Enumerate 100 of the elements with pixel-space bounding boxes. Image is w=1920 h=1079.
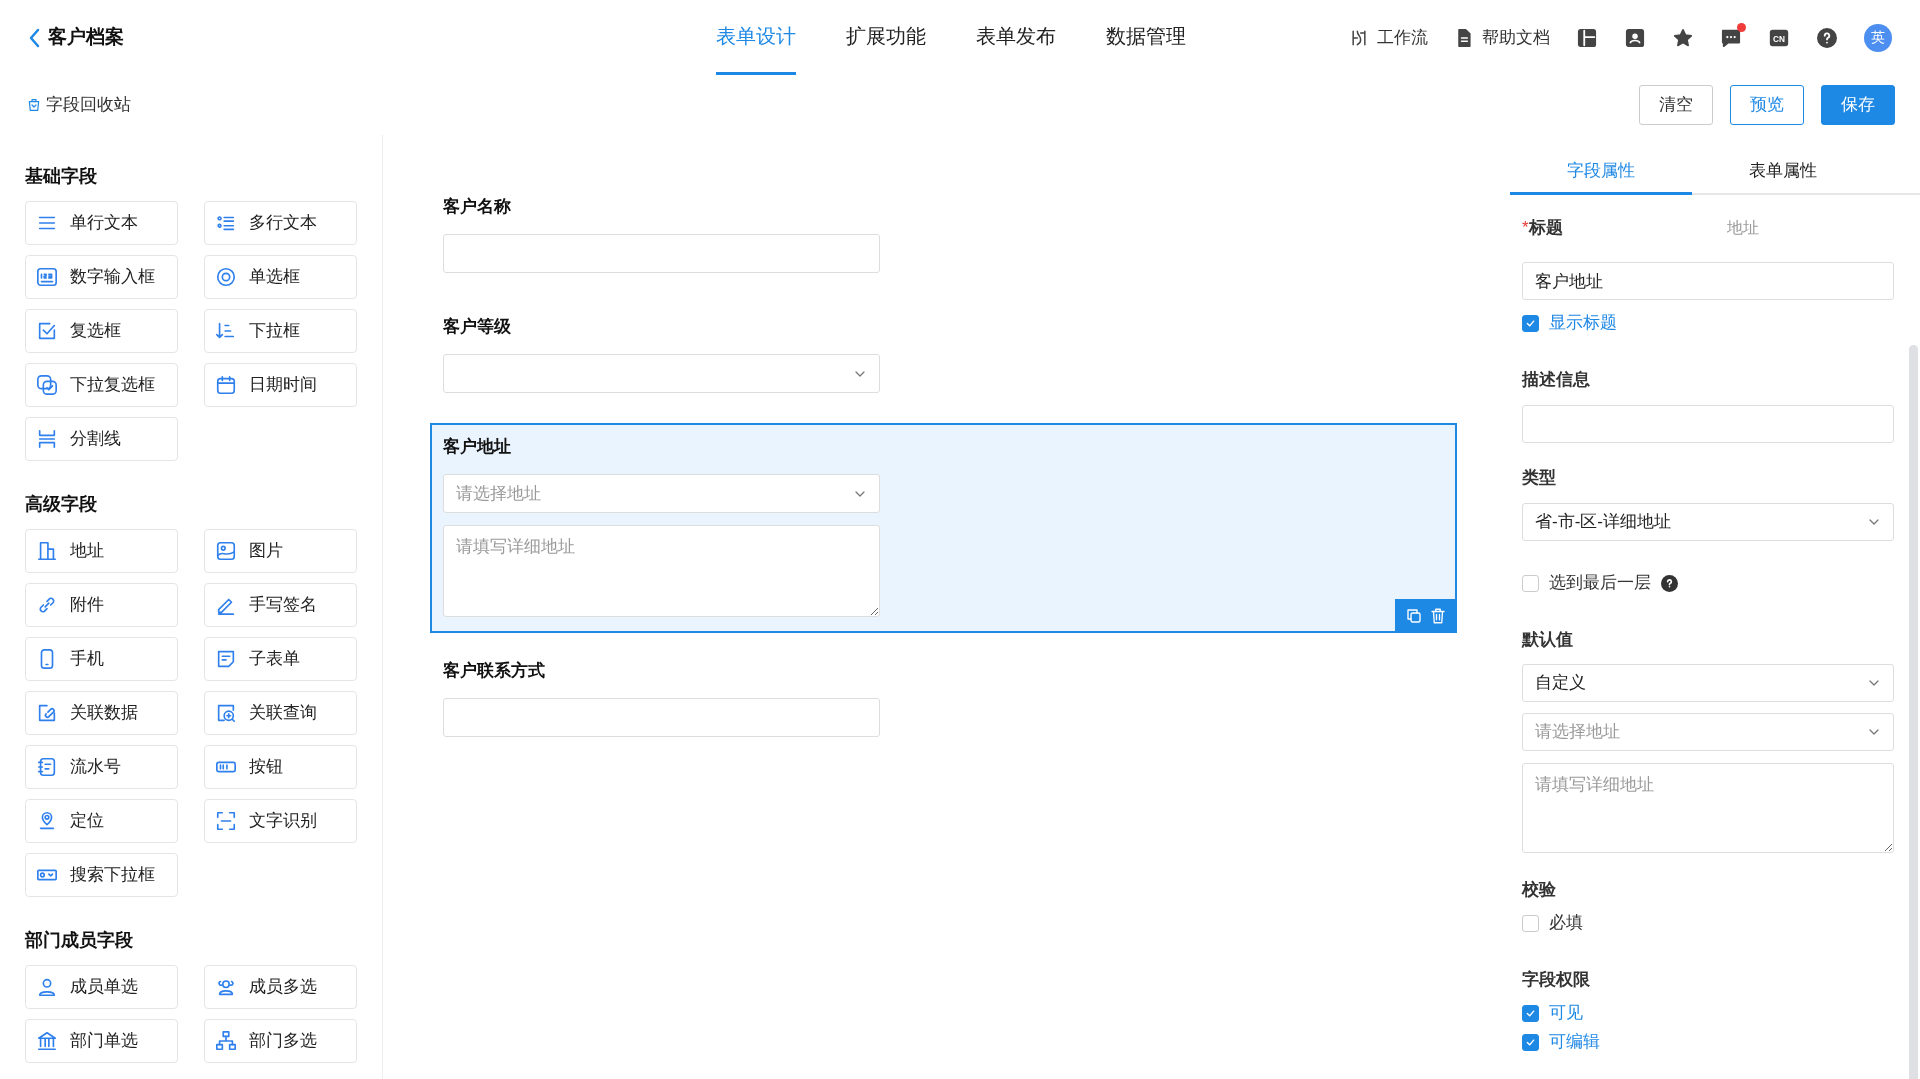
field-type-item[interactable]: 搜索下拉框 xyxy=(25,853,178,897)
field-type-item[interactable]: 按钮 xyxy=(204,745,357,789)
checkbox-label: 可编辑 xyxy=(1549,1032,1600,1052)
checkbox-label: 选到最后一层 xyxy=(1549,573,1651,593)
scrollbar[interactable] xyxy=(1909,345,1918,1079)
field-type-item[interactable]: 流水号 xyxy=(25,745,178,789)
description-input[interactable] xyxy=(1522,405,1894,443)
check-icon xyxy=(1525,1036,1536,1048)
field-type-item[interactable]: 单选框 xyxy=(204,255,357,299)
radio-icon xyxy=(215,266,237,288)
building-icon xyxy=(36,540,58,562)
field-type-text: 地址 xyxy=(1727,218,1759,238)
panel-tab[interactable]: 表单属性 xyxy=(1692,150,1874,195)
check-icon xyxy=(1525,317,1536,329)
nav-tab[interactable]: 扩展功能 xyxy=(846,0,926,75)
note-icon xyxy=(215,648,237,670)
field-type-item[interactable]: 部门多选 xyxy=(204,1019,357,1063)
field-type-item[interactable]: 图片 xyxy=(204,529,357,573)
field-type-item[interactable]: 关联数据 xyxy=(25,691,178,735)
stacked-check-icon xyxy=(36,374,58,396)
section-label: 默认值 xyxy=(1522,630,1574,650)
help-icon[interactable] xyxy=(1661,574,1678,592)
field-type-item[interactable]: 地址 xyxy=(25,529,178,573)
nav-tab[interactable]: 表单发布 xyxy=(976,0,1056,75)
section-heading: 高级字段 xyxy=(25,493,98,516)
select-field[interactable] xyxy=(443,354,880,393)
number-box-icon xyxy=(36,266,58,288)
section-label: 校验 xyxy=(1522,880,1557,900)
field-type-item[interactable]: 下拉复选框 xyxy=(25,363,178,407)
calendar-icon xyxy=(215,374,237,396)
field-type-item[interactable]: 关联查询 xyxy=(204,691,357,735)
panel-tab[interactable]: 字段属性 xyxy=(1510,150,1692,195)
help-icon[interactable] xyxy=(1816,26,1838,49)
checkbox-label: 可见 xyxy=(1549,1003,1583,1023)
magnifier-card-icon xyxy=(215,702,237,724)
field-type-item[interactable]: 复选框 xyxy=(25,309,178,353)
field-type-item[interactable]: 子表单 xyxy=(204,637,357,681)
field-type-item[interactable]: 分割线 xyxy=(25,417,178,461)
checkbox-label: 必填 xyxy=(1549,913,1583,933)
checkbox[interactable] xyxy=(1522,1004,1539,1022)
checkbox[interactable] xyxy=(1522,914,1539,932)
section-heading: 部门成员字段 xyxy=(25,929,134,952)
image-icon xyxy=(215,540,237,562)
address-textarea[interactable]: 请填写详细地址 xyxy=(443,525,880,617)
contact-card-icon[interactable] xyxy=(1624,26,1646,49)
checkbox[interactable] xyxy=(1522,314,1539,332)
user-icon xyxy=(36,976,58,998)
recycle-bin-link[interactable]: 字段回收站 xyxy=(46,92,131,118)
checkbox[interactable] xyxy=(1522,574,1539,592)
input-field[interactable] xyxy=(443,234,880,273)
checkbox-label: 显示标题 xyxy=(1549,313,1617,333)
link-card-icon xyxy=(36,702,58,724)
field-type-item[interactable]: 日期时间 xyxy=(204,363,357,407)
copy-icon[interactable] xyxy=(1405,607,1423,625)
field-type-item[interactable]: 文字识别 xyxy=(204,799,357,843)
field-label: 客户地址 xyxy=(443,437,512,457)
section-label: 类型 xyxy=(1522,468,1557,488)
field-label: *标题 xyxy=(1522,218,1564,238)
bank-icon xyxy=(36,1030,58,1052)
address-textarea[interactable]: 请填写详细地址 xyxy=(1522,763,1894,853)
recycle-bin-icon xyxy=(26,97,42,113)
trash-icon[interactable] xyxy=(1429,607,1447,625)
field-type-item[interactable]: 定位 xyxy=(25,799,178,843)
preview-button[interactable]: 预览 xyxy=(1730,85,1804,125)
type-select[interactable]: 省-市-区-详细地址 xyxy=(1522,503,1894,541)
checkbox[interactable] xyxy=(1522,1033,1539,1051)
field-type-item[interactable]: 数字输入框 xyxy=(25,255,178,299)
nav-tab[interactable]: 表单设计 xyxy=(716,0,796,75)
org-chart-icon xyxy=(215,1030,237,1052)
field-type-item[interactable]: 手写签名 xyxy=(204,583,357,627)
field-type-item[interactable]: 成员多选 xyxy=(204,965,357,1009)
nav-tab[interactable]: 数据管理 xyxy=(1106,0,1186,75)
toolbar-link[interactable]: 帮助文档 xyxy=(1482,24,1550,51)
clear-button[interactable]: 清空 xyxy=(1639,85,1713,125)
selected-field-block[interactable]: 客户地址 请选择地址 请填写详细地址 xyxy=(430,423,1457,633)
field-type-item[interactable]: 下拉框 xyxy=(204,309,357,353)
field-label: 客户联系方式 xyxy=(443,661,546,681)
title-input[interactable]: 客户地址 xyxy=(1522,262,1894,300)
layout-icon[interactable] xyxy=(1576,26,1598,49)
field-type-item[interactable]: 部门单选 xyxy=(25,1019,178,1063)
field-type-item[interactable]: 成员单选 xyxy=(25,965,178,1009)
default-mode-select[interactable]: 自定义 xyxy=(1522,664,1894,702)
field-label: 客户名称 xyxy=(443,197,512,217)
field-type-item[interactable]: 单行文本 xyxy=(25,201,178,245)
input-field[interactable] xyxy=(443,698,880,737)
check-icon xyxy=(1525,1007,1536,1019)
save-button[interactable]: 保存 xyxy=(1821,85,1895,125)
field-type-item[interactable]: 附件 xyxy=(25,583,178,627)
star-icon[interactable] xyxy=(1672,26,1694,49)
section-label: 描述信息 xyxy=(1522,370,1591,390)
section-heading: 基础字段 xyxy=(25,165,98,188)
field-label: 客户等级 xyxy=(443,317,512,337)
divider-icon xyxy=(36,428,58,450)
toolbar-link[interactable]: 工作流 xyxy=(1377,24,1428,51)
checkbox-icon xyxy=(36,320,58,342)
field-type-item[interactable]: 手机 xyxy=(25,637,178,681)
scan-frame-icon xyxy=(215,810,237,832)
notebook-icon xyxy=(36,756,58,778)
field-type-item[interactable]: 多行文本 xyxy=(204,201,357,245)
section-label: 字段权限 xyxy=(1522,970,1591,990)
